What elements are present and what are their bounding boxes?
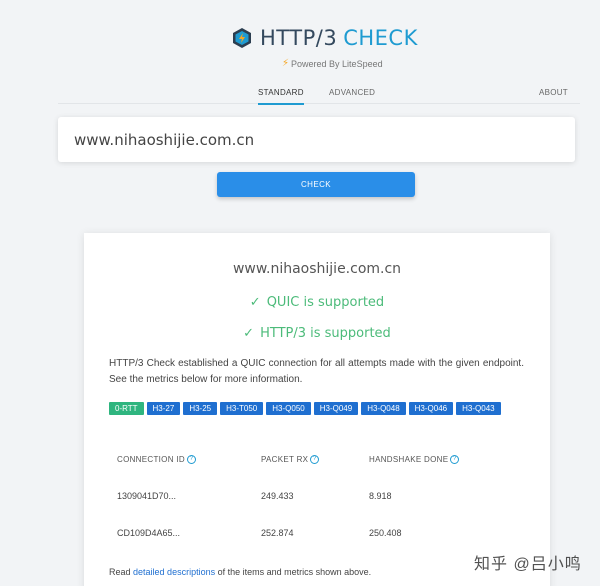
table-cell: 249.433	[261, 491, 294, 501]
help-icon[interactable]: ?	[186, 455, 196, 464]
help-icon[interactable]: ?	[450, 455, 460, 464]
result-card: www.nihaoshijie.com.cn ✓ QUIC is supporte…	[84, 233, 550, 586]
http3-supported-text: HTTP/3 is supported	[260, 326, 391, 341]
check-icon: ✓	[249, 295, 261, 310]
badge-h3-27: H3-27	[146, 402, 181, 415]
read-prefix: Read	[109, 567, 131, 577]
badge-h3-q048: H3-Q048	[361, 402, 406, 415]
column-header-packet-rx: PACKET RX?	[261, 455, 320, 464]
logo-title-http3: HTTP/3	[260, 26, 338, 50]
lightning-icon: ⚡	[282, 58, 290, 69]
zhihu-watermark: 知乎 @吕小鸣	[474, 556, 582, 573]
table-cell: 8.918	[369, 491, 392, 501]
tab-standard[interactable]: STANDARD	[258, 88, 304, 105]
table-cell: 250.408	[369, 528, 402, 538]
tab-about[interactable]: ABOUT	[539, 88, 568, 97]
logo-title-check: CHECK	[343, 26, 418, 50]
table-cell: CD109D4A65...	[117, 528, 181, 538]
read-suffix: of the items and metrics shown above.	[217, 567, 372, 577]
column-header-label: HANDSHAKE DONE	[369, 455, 449, 464]
column-header-connection-id: CONNECTION ID?	[117, 455, 196, 464]
http3-supported-status: ✓ HTTP/3 is supported	[84, 326, 550, 341]
badge-h3-q043: H3-Q043	[456, 402, 501, 415]
badge-h3-t050: H3-T050	[220, 402, 264, 415]
read-more-text: Read detailed descriptions of the items …	[109, 567, 371, 577]
quic-supported-status: ✓ QUIC is supported	[84, 295, 550, 310]
result-domain: www.nihaoshijie.com.cn	[232, 261, 402, 277]
badge-h3-q050: H3-Q050	[266, 402, 311, 415]
nav-tabs: STANDARD ADVANCED ABOUT	[58, 84, 580, 105]
logo[interactable]: HTTP/3 CHECK	[231, 26, 418, 50]
badge-0rtt: 0-RTT	[109, 402, 144, 415]
help-icon[interactable]: ?	[310, 455, 320, 464]
check-button[interactable]: CHECK	[217, 172, 415, 197]
url-input[interactable]	[74, 128, 554, 152]
column-header-label: CONNECTION ID	[117, 455, 185, 464]
badge-h3-q046: H3-Q046	[408, 402, 454, 415]
header: HTTP/3 CHECK ⚡ Powered By LiteSpeed STAND…	[0, 0, 600, 105]
detailed-descriptions-link[interactable]: detailed descriptions	[133, 567, 215, 577]
column-header-handshake-done: HANDSHAKE DONE?	[369, 455, 460, 464]
table-cell: 1309041D70...	[117, 491, 177, 501]
litespeed-logo-icon	[233, 28, 251, 48]
result-description: HTTP/3 Check established a QUIC connecti…	[109, 358, 524, 385]
tab-advanced[interactable]: ADVANCED	[329, 88, 375, 97]
table-cell: 252.874	[261, 528, 294, 538]
protocol-badges: 0-RTT H3-27 H3-25 H3-T050 H3-Q050 H3-Q04…	[109, 402, 509, 415]
quic-supported-text: QUIC is supported	[266, 295, 385, 310]
badge-h3-25: H3-25	[183, 402, 218, 415]
badge-h3-q049: H3-Q049	[313, 402, 359, 415]
column-header-label: PACKET RX	[261, 455, 309, 464]
powered-by-label: Powered By LiteSpeed	[291, 58, 383, 69]
powered-by[interactable]: ⚡ Powered By LiteSpeed	[282, 58, 383, 69]
check-icon: ✓	[243, 326, 255, 341]
url-card	[58, 117, 575, 162]
